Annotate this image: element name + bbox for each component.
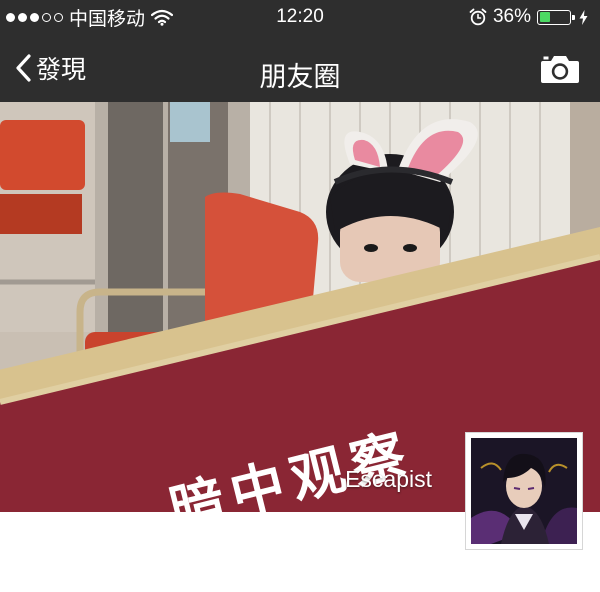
battery-icon — [537, 9, 575, 25]
battery-level-fill — [539, 12, 550, 22]
alarm-icon — [469, 8, 487, 26]
camera-icon — [541, 56, 579, 83]
camera-button[interactable] — [540, 53, 580, 85]
navigation-bar: 發現 朋友圈 — [0, 36, 600, 102]
charging-bolt-icon — [579, 9, 588, 25]
page-title: 朋友圈 — [259, 62, 341, 92]
status-bar: 中国移动 12:20 36% — [0, 0, 600, 36]
username-label[interactable]: Escapist — [345, 466, 432, 493]
avatar[interactable] — [465, 432, 583, 550]
avatar-image — [471, 438, 577, 544]
battery-percent: 36% — [492, 6, 531, 27]
status-bar-right: 36% — [469, 6, 588, 28]
